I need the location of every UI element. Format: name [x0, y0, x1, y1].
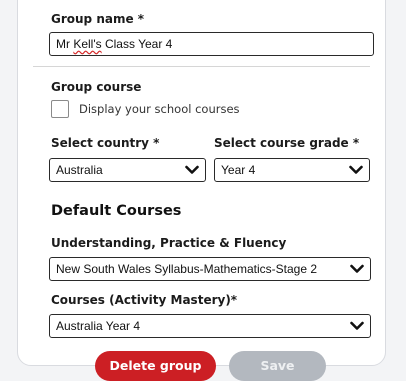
- grade-select[interactable]: Year 4: [214, 158, 370, 182]
- chevron-down-icon: [349, 165, 363, 174]
- default-courses-heading: Default Courses: [51, 203, 182, 219]
- group-course-label: Group course: [51, 80, 142, 94]
- country-label: Select country *: [51, 136, 160, 150]
- save-button[interactable]: Save: [229, 351, 326, 381]
- upf-label: Understanding, Practice & Fluency: [51, 236, 287, 250]
- chevron-down-icon: [350, 321, 364, 330]
- chevron-down-icon: [185, 165, 199, 174]
- section-divider: [33, 66, 370, 67]
- grade-label: Select course grade *: [214, 136, 360, 150]
- group-name-value-suffix: Class Year 4: [101, 37, 173, 51]
- group-name-value-misspelled: Kell's: [73, 37, 102, 51]
- group-name-label: Group name *: [51, 12, 145, 26]
- delete-group-button[interactable]: Delete group: [95, 351, 216, 381]
- activity-mastery-select[interactable]: Australia Year 4: [49, 314, 371, 338]
- group-name-input[interactable]: Mr Kell's Class Year 4: [49, 32, 374, 56]
- activity-mastery-label: Courses (Activity Mastery)*: [51, 293, 238, 307]
- chevron-down-icon: [350, 264, 364, 273]
- group-name-value-prefix: Mr: [56, 37, 74, 51]
- display-school-courses-checkbox[interactable]: [51, 100, 69, 118]
- country-select[interactable]: Australia: [49, 158, 206, 182]
- activity-mastery-select-value: Australia Year 4: [56, 319, 141, 333]
- grade-select-value: Year 4: [221, 163, 256, 177]
- upf-select-value: New South Wales Syllabus-Mathematics-Sta…: [56, 262, 317, 276]
- country-select-value: Australia: [56, 163, 103, 177]
- upf-select[interactable]: New South Wales Syllabus-Mathematics-Sta…: [49, 257, 371, 281]
- display-school-courses-label: Display your school courses: [79, 102, 240, 116]
